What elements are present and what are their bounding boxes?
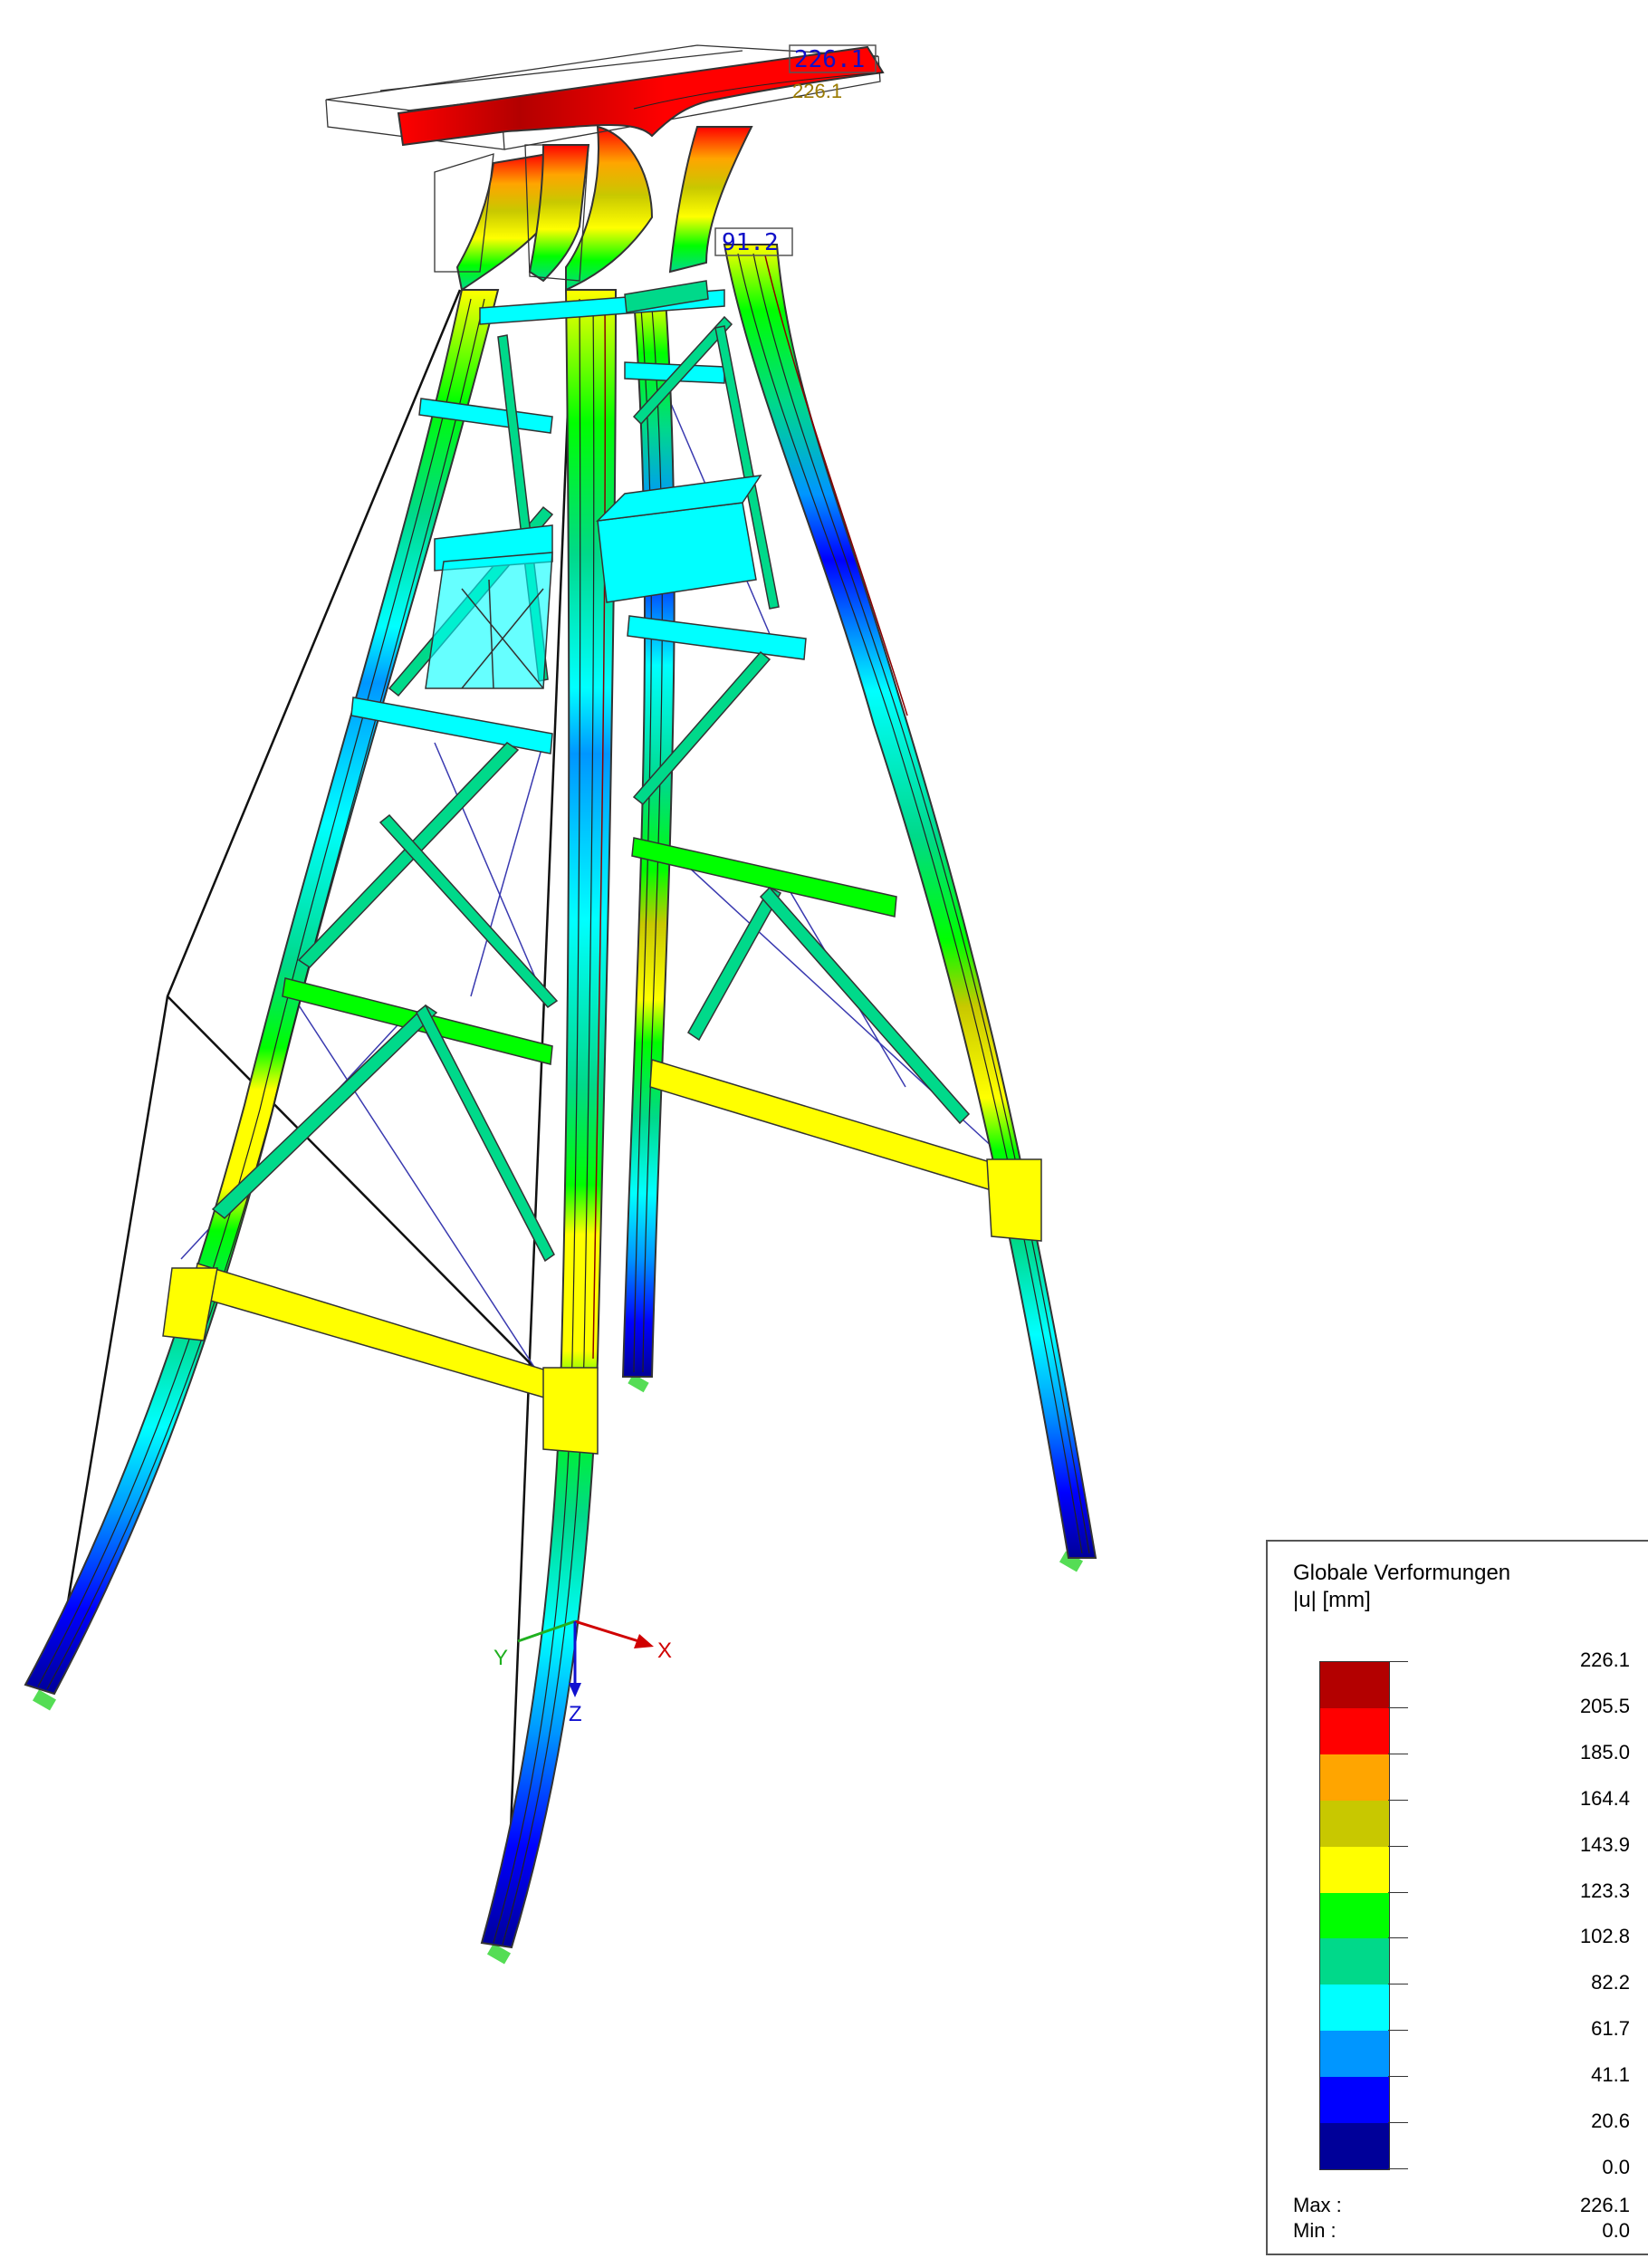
svg-text:X: X [657, 1639, 672, 1663]
legend-value: 205.5 [1579, 1694, 1630, 1717]
leg-left [24, 289, 500, 1696]
svg-text:226.1: 226.1 [792, 80, 842, 102]
legend-band [1320, 1938, 1389, 1985]
legend-value: 123.3 [1579, 1879, 1630, 1902]
head-frame-pillars [455, 125, 753, 292]
legend-value: 0.0 [1602, 2156, 1630, 2178]
coordinate-axes: X Y Z [493, 1619, 672, 1726]
legend-value: 185.0 [1579, 1740, 1630, 1763]
legend-tick [1388, 1706, 1408, 1708]
legend-tick [1388, 1661, 1408, 1662]
deformation-legend: Globale Verformungen |u| [mm] Max : 226.… [1266, 1540, 1648, 2255]
legend-tick [1388, 1845, 1408, 1847]
legend-tick [1388, 2168, 1408, 2169]
legend-band [1320, 1707, 1389, 1754]
legend-value: 61.7 [1591, 2017, 1630, 2041]
svg-text:Y: Y [493, 1646, 508, 1670]
legend-value: 41.1 [1591, 2063, 1630, 2087]
legend-band [1320, 1662, 1389, 1708]
svg-text:91.2: 91.2 [722, 229, 779, 256]
svg-text:226.1: 226.1 [794, 46, 865, 73]
legend-band [1320, 1800, 1389, 1847]
legend-value: 82.2 [1591, 1971, 1630, 1994]
legend-color-scale [1319, 1661, 1390, 2170]
legend-value: 20.6 [1591, 2109, 1630, 2133]
legend-tick [1388, 1937, 1408, 1939]
legend-max-label: Max : [1293, 2194, 1342, 2216]
legend-band [1320, 2077, 1389, 2124]
legend-band [1320, 2031, 1389, 2078]
legend-band [1320, 1892, 1389, 1939]
leg-back-right [621, 298, 675, 1378]
legend-tick [1388, 2076, 1408, 2078]
legend-min-label: Min : [1293, 2219, 1337, 2242]
legend-max-value: 226.1 [1579, 2194, 1630, 2216]
legend-band [1320, 2123, 1389, 2169]
legend-unit: |u| [mm] [1293, 1588, 1371, 1612]
legend-tick [1388, 2122, 1408, 2124]
legend-band [1320, 1754, 1389, 1801]
svg-text:Z: Z [569, 1702, 582, 1726]
legend-tick [1388, 1799, 1408, 1801]
legend-tick [1388, 1891, 1408, 1893]
legend-value: 102.8 [1579, 1925, 1630, 1948]
legend-band [1320, 1846, 1389, 1893]
legend-value: 226.1 [1579, 1648, 1630, 1671]
legend-value: 164.4 [1579, 1786, 1630, 1810]
legend-min-value: 0.0 [1602, 2219, 1630, 2242]
legend-band [1320, 1985, 1389, 2032]
node-value-annotation: 91.2 [714, 227, 793, 256]
legend-title: Globale Verformungen [1293, 1561, 1511, 1585]
legend-value: 143.9 [1579, 1832, 1630, 1856]
legend-tick [1388, 1984, 1408, 1985]
legend-tick [1388, 2030, 1408, 2032]
